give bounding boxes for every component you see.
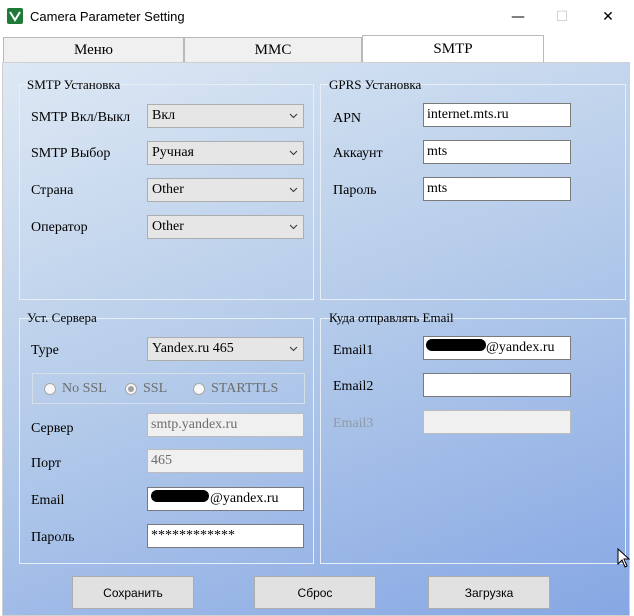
country-select[interactable]: Other [147, 178, 304, 202]
radio-starttls[interactable]: STARTTLS [193, 381, 278, 397]
smtp-choice-label: SMTP Выбор [31, 146, 111, 161]
chevron-down-icon [289, 150, 298, 156]
apn-input[interactable]: internet.mts.ru [423, 103, 571, 127]
chevron-down-icon [289, 187, 298, 193]
close-button[interactable]: ✕ [585, 0, 631, 33]
type-select[interactable]: Yandex.ru 465 [147, 337, 304, 361]
email3-input[interactable] [423, 410, 571, 434]
port-label: Порт [31, 456, 62, 471]
smtp-enable-label: SMTP Вкл/Выкл [31, 110, 131, 125]
operator-select[interactable]: Other [147, 215, 304, 239]
server-input[interactable]: smtp.yandex.ru [147, 413, 304, 437]
country-value: Other [152, 182, 184, 197]
country-label: Страна [31, 183, 74, 198]
cursor-icon [617, 548, 631, 568]
tab-smtp-label: SMTP [433, 41, 473, 57]
apn-label: APN [333, 111, 362, 126]
email-label: Email [31, 493, 65, 508]
title-bar: Camera Parameter Setting — ☐ ✕ [0, 0, 634, 33]
operator-label: Оператор [31, 220, 88, 235]
radio-circle-icon [44, 383, 56, 395]
smtp-group-title: SMTP Установка [27, 77, 121, 92]
email2-input[interactable] [423, 373, 571, 397]
gprs-group-title: GPRS Установка [329, 77, 422, 92]
chevron-down-icon [289, 346, 298, 352]
email1-value: @yandex.ru [486, 340, 555, 355]
tab-menu[interactable]: Меню [3, 37, 184, 63]
type-label: Type [31, 343, 59, 358]
server-password-input[interactable]: ************ [147, 524, 304, 548]
minimize-button[interactable]: — [495, 0, 541, 33]
radio-circle-icon [193, 383, 205, 395]
load-button[interactable]: Загрузка [428, 576, 550, 609]
port-input[interactable]: 465 [147, 449, 304, 473]
server-label: Сервер [31, 421, 74, 436]
account-label: Аккаунт [333, 146, 383, 161]
redaction-mark [426, 339, 486, 351]
email1-label: Email1 [333, 343, 374, 358]
radio-starttls-label: STARTTLS [211, 381, 279, 396]
smtp-enable-value: Вкл [152, 108, 176, 123]
send-group-title: Куда отправлять Email [329, 310, 454, 325]
operator-value: Other [152, 219, 184, 234]
radio-checked-icon [125, 383, 137, 395]
tab-menu-label: Меню [73, 42, 114, 58]
smtp-enable-select[interactable]: Вкл [147, 104, 304, 128]
tab-smtp[interactable]: SMTP [362, 35, 544, 63]
smtp-choice-select[interactable]: Ручная [147, 141, 304, 165]
app-icon [7, 8, 23, 24]
tab-mmc[interactable]: MMC [184, 37, 362, 63]
radio-ssl[interactable]: SSL [125, 381, 167, 397]
save-button[interactable]: Сохранить [72, 576, 194, 609]
radio-no-ssl[interactable]: No SSL [44, 381, 107, 397]
radio-ssl-label: SSL [143, 381, 168, 396]
gprs-password-label: Пароль [333, 183, 377, 198]
email-value: @yandex.ru [210, 491, 279, 506]
radio-no-ssl-label: No SSL [62, 381, 107, 396]
chevron-down-icon [289, 113, 298, 119]
reset-button[interactable]: Сброс [254, 576, 376, 609]
chevron-down-icon [289, 224, 298, 230]
maximize-button[interactable]: ☐ [539, 0, 585, 33]
account-input[interactable]: mts [423, 140, 571, 164]
smtp-choice-value: Ручная [152, 145, 194, 160]
tab-mmc-label: MMC [254, 42, 292, 58]
server-group-title: Уст. Сервера [27, 310, 97, 325]
server-password-label: Пароль [31, 530, 75, 545]
email2-label: Email2 [333, 379, 374, 394]
window-title: Camera Parameter Setting [30, 9, 185, 24]
redaction-mark [151, 490, 209, 502]
email3-label: Email3 [333, 416, 374, 431]
type-value: Yandex.ru 465 [152, 341, 234, 356]
gprs-password-input[interactable]: mts [423, 177, 571, 201]
